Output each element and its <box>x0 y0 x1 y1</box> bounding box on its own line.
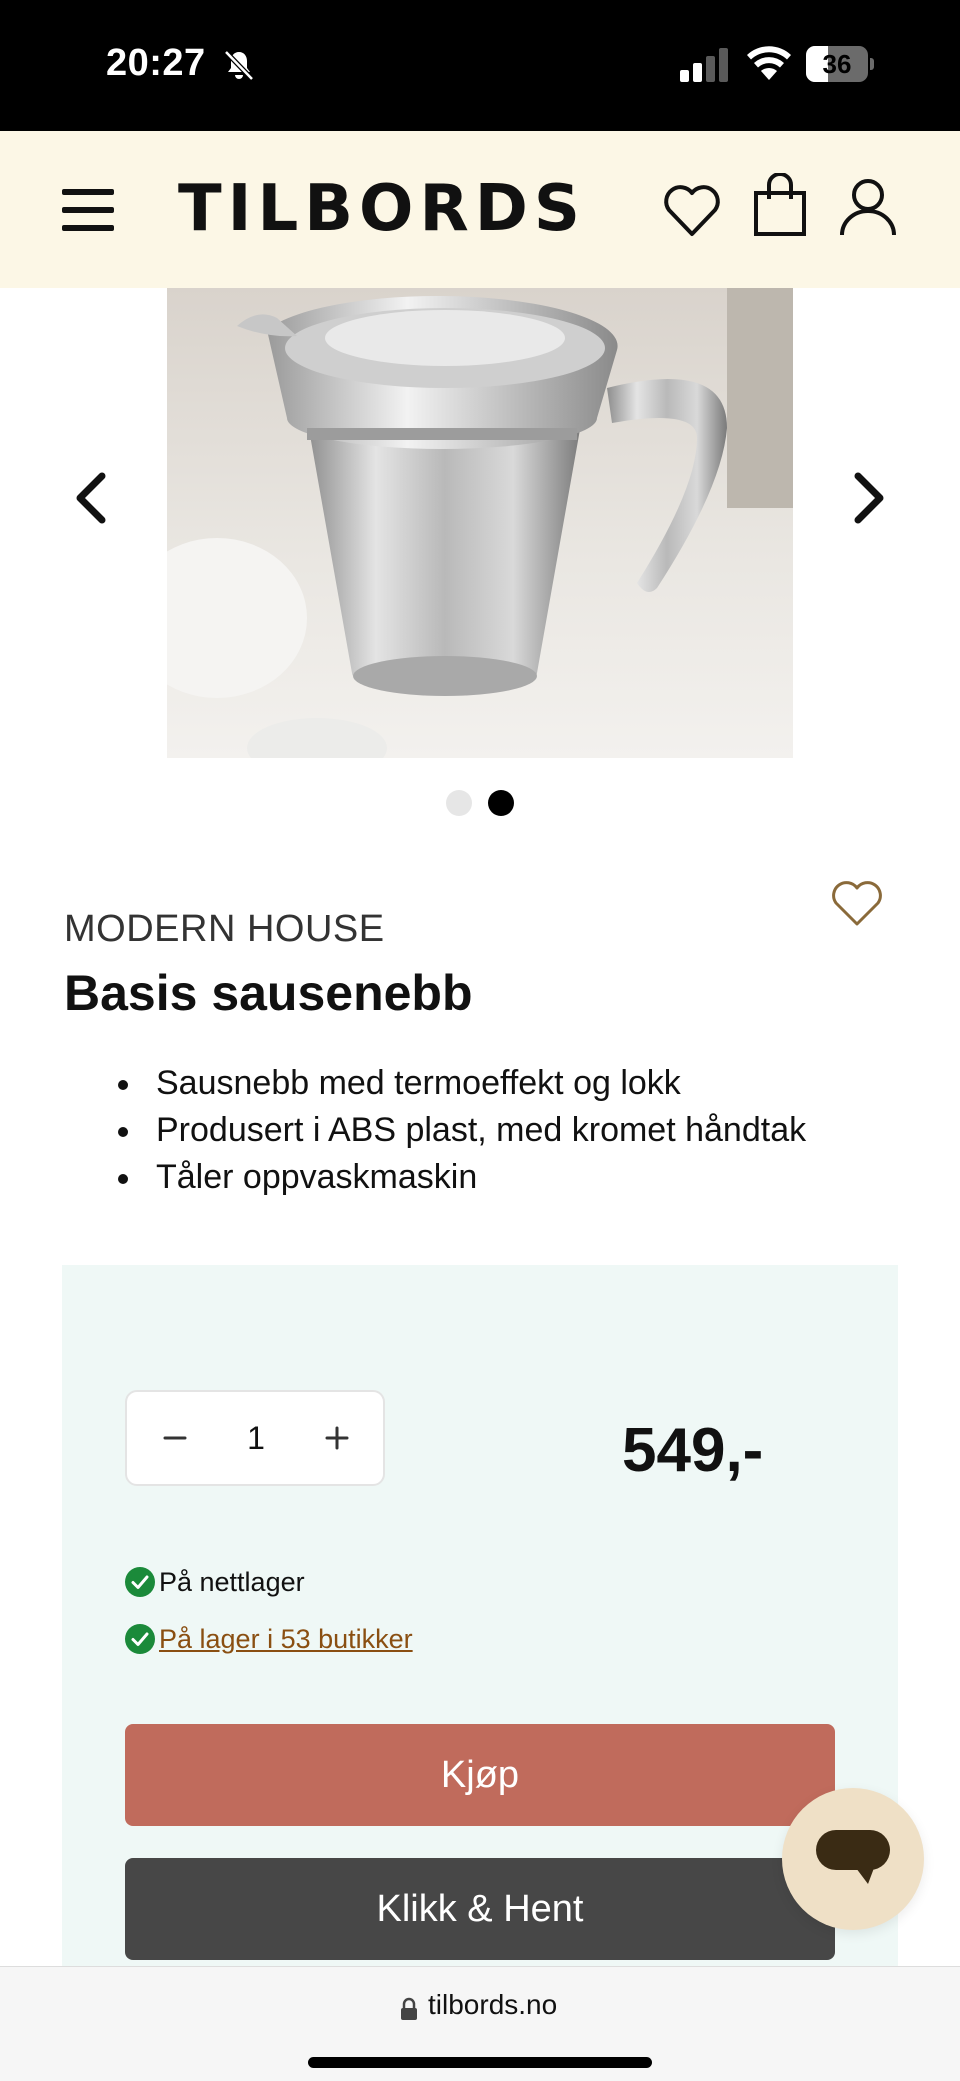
wifi-icon <box>747 46 791 80</box>
product-image[interactable] <box>167 288 793 758</box>
quantity-stepper: 1 <box>125 1390 385 1486</box>
chat-button[interactable] <box>782 1788 924 1930</box>
product-brand[interactable]: MODERN HOUSE <box>64 908 385 951</box>
url-text[interactable]: tilbords.no <box>428 1989 557 2021</box>
carousel-dot-1[interactable] <box>446 790 472 816</box>
stock-stores-link[interactable]: På lager i 53 butikker <box>159 1622 413 1656</box>
site-header: TILBORDS <box>0 131 960 288</box>
site-logo[interactable]: TILBORDS <box>178 169 586 249</box>
chat-bubble-icon <box>816 1830 890 1884</box>
click-collect-button[interactable]: Klikk & Hent <box>125 1858 835 1960</box>
heart-icon[interactable] <box>662 181 722 239</box>
user-icon[interactable] <box>838 177 898 237</box>
chevron-right-icon[interactable] <box>848 468 888 528</box>
bell-slash-icon <box>224 50 254 81</box>
battery-icon: 36 <box>806 46 874 82</box>
shopping-bag-icon[interactable] <box>752 173 808 237</box>
product-title: Basis sausenebb <box>64 965 473 1021</box>
purchase-panel: 1 549,- På nettlager På lager i 53 butik… <box>62 1265 898 1985</box>
feature-item: Produsert i ABS plast, med kromet håndta… <box>64 1107 914 1154</box>
menu-icon[interactable] <box>62 187 114 233</box>
plus-icon[interactable] <box>311 1412 363 1464</box>
feature-item: Tåler oppvaskmaskin <box>64 1154 914 1201</box>
browser-address-bar: tilbords.no <box>0 1966 960 2081</box>
wishlist-heart-icon[interactable] <box>830 878 884 928</box>
product-features: Sausnebb med termoeffekt og lokk Produse… <box>64 1060 914 1201</box>
product-gallery <box>0 288 960 758</box>
product-price: 549,- <box>622 1416 764 1485</box>
feature-item: Sausnebb med termoeffekt og lokk <box>64 1060 914 1107</box>
gravy-boat-image <box>167 288 793 758</box>
stock-online-label: På nettlager <box>159 1567 305 1597</box>
carousel-dot-2-active[interactable] <box>488 790 514 816</box>
home-indicator <box>308 2057 652 2068</box>
minus-icon[interactable] <box>149 1412 201 1464</box>
status-time: 20:27 <box>106 42 206 84</box>
check-circle-icon <box>125 1624 155 1654</box>
battery-level: 36 <box>822 49 852 79</box>
chevron-left-icon[interactable] <box>72 468 112 528</box>
status-bar: 20:27 36 <box>0 0 960 131</box>
signal-icon <box>680 48 728 82</box>
buy-button[interactable]: Kjøp <box>125 1724 835 1826</box>
lock-icon <box>401 1997 417 2020</box>
quantity-value[interactable]: 1 <box>213 1392 299 1484</box>
check-circle-icon <box>125 1567 155 1597</box>
